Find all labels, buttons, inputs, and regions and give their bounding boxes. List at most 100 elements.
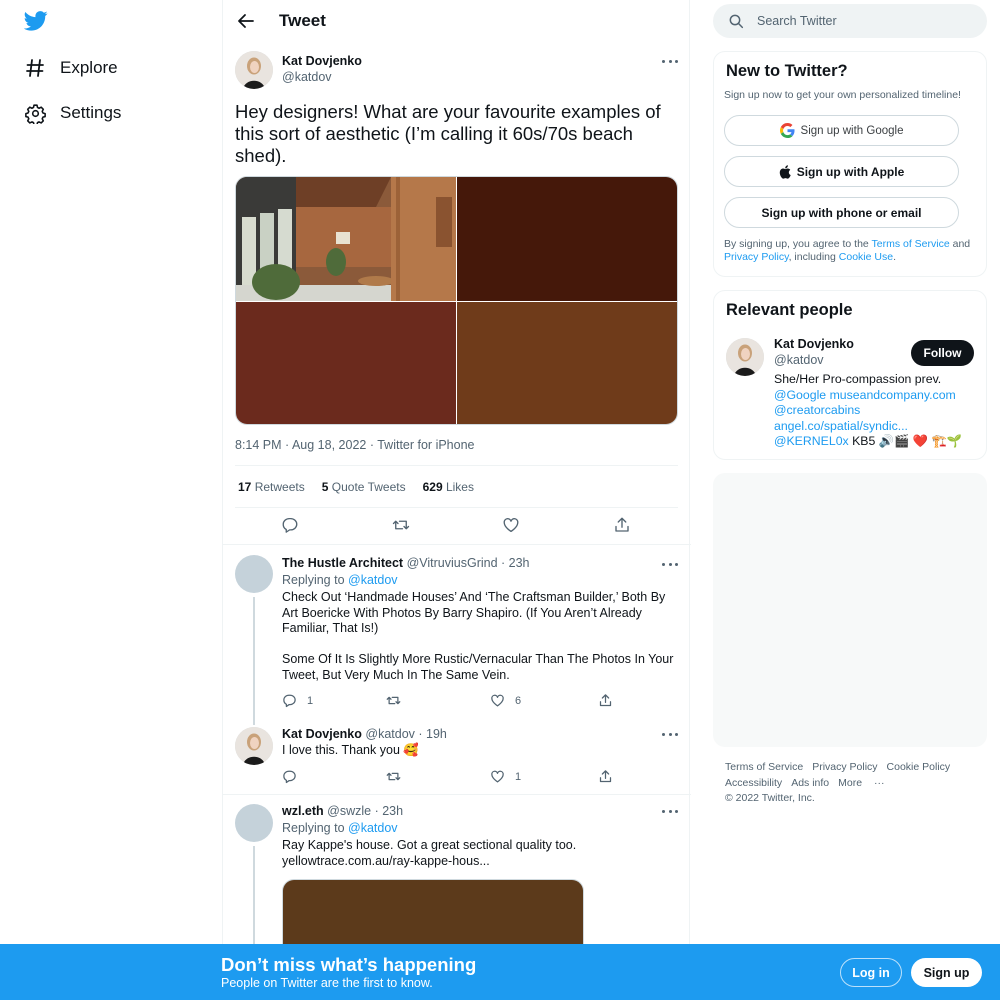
nav-item-settings[interactable]: Settings — [24, 98, 121, 128]
signup-button[interactable]: Sign up — [911, 958, 982, 987]
more-options-icon[interactable] — [662, 808, 678, 814]
reply-icon — [283, 770, 296, 784]
reply-count: 1 — [307, 694, 314, 707]
author-name[interactable]: Kat Dovjenko — [282, 54, 362, 68]
bio-mention[interactable]: @Google — [774, 388, 826, 402]
sign-up-phone-email-button[interactable]: Sign up with phone or email — [724, 197, 959, 228]
bio-link[interactable]: angel.co/spatial/syndic... — [774, 419, 908, 433]
new-to-twitter-card: New to Twitter? Sign up now to get your … — [713, 51, 987, 277]
media-photo-3[interactable] — [236, 302, 456, 424]
page-title: Tweet — [279, 11, 326, 30]
retweets-stat[interactable]: 17 Retweets — [238, 480, 305, 494]
fine-text-4: . — [893, 251, 896, 263]
like-button[interactable]: 6 — [490, 693, 521, 708]
retweet-button[interactable] — [386, 693, 411, 708]
retweet-icon — [386, 772, 401, 781]
reply-text: Ray Kappe's house. Got a great sectional… — [282, 838, 577, 852]
footer-cookie-link[interactable]: Cookie Policy — [887, 761, 951, 773]
media-photo-2[interactable] — [457, 177, 677, 301]
reply-meta[interactable]: @VitruviusGrind · 23h — [407, 556, 530, 570]
like-heart-icon — [491, 770, 504, 783]
reply-tweet[interactable]: wzl.eth @swzle · 23h Replying to @katdov… — [223, 795, 691, 959]
reply-icon[interactable] — [281, 516, 301, 536]
avatar[interactable] — [235, 51, 273, 89]
reply-tweet[interactable]: Kat Dovjenko @katdov · 19h I love this. … — [223, 718, 691, 794]
twitter-bird-icon[interactable] — [23, 10, 48, 32]
share-icon[interactable] — [613, 516, 633, 536]
card-title: New to Twitter? — [726, 62, 848, 80]
bio-mention[interactable]: @creatorcabins — [774, 403, 860, 417]
footer-accessibility-link[interactable]: Accessibility — [725, 777, 782, 789]
search-input[interactable]: Search Twitter — [713, 4, 987, 38]
left-nav: Explore Settings — [0, 0, 222, 1000]
avatar[interactable] — [726, 338, 764, 376]
replying-prefix: Replying to — [282, 821, 345, 835]
main-column: Tweet Kat Dovjenko @katdov Hey designers… — [222, 0, 691, 1000]
footer-ads-link[interactable]: Ads info — [791, 777, 829, 789]
likes-label: Likes — [445, 479, 474, 494]
reply-author-name[interactable]: Kat Dovjenko — [282, 727, 362, 741]
avatar[interactable] — [235, 727, 273, 765]
more-options-icon[interactable] — [662, 561, 678, 567]
quote-tweets-stat[interactable]: 5 Quote Tweets — [322, 480, 406, 494]
reply-meta[interactable]: @katdov · 19h — [365, 727, 446, 741]
nav-item-explore[interactable]: Explore — [24, 53, 118, 83]
sign-up-google-button[interactable]: Sign up with Google — [724, 115, 959, 146]
more-options-icon[interactable] — [662, 58, 678, 64]
like-button[interactable]: 1 — [490, 769, 521, 784]
reply-icon — [283, 694, 296, 708]
search-placeholder: Search Twitter — [757, 14, 837, 28]
bio-mention[interactable]: @KERNEL0x — [774, 434, 849, 448]
privacy-link[interactable]: Privacy Policy — [724, 251, 789, 263]
avatar[interactable] — [235, 804, 273, 842]
person-handle[interactable]: @katdov — [774, 353, 824, 367]
media-photo-interior[interactable] — [236, 177, 456, 301]
like-heart-icon[interactable] — [502, 516, 522, 536]
replying-to-handle[interactable]: @katdov — [348, 573, 398, 587]
author-handle[interactable]: @katdov — [282, 70, 332, 84]
person-name[interactable]: Kat Dovjenko — [774, 337, 854, 351]
thread-line — [253, 846, 255, 946]
tweet-stats: 17 Retweets 5 Quote Tweets 629 Likes — [235, 465, 678, 508]
bio-link[interactable]: museandcompany.com — [830, 388, 956, 402]
share-button[interactable] — [598, 769, 623, 784]
reply-button[interactable] — [282, 769, 307, 784]
reply-text: I love this. Thank you 🥰 — [282, 743, 419, 757]
sign-up-apple-button[interactable]: Sign up with Apple — [724, 156, 959, 187]
retweet-icon[interactable] — [391, 516, 411, 536]
retweets-count: 17 — [238, 479, 252, 494]
back-arrow-icon[interactable] — [235, 10, 257, 32]
reply-meta[interactable]: @swzle · 23h — [327, 804, 403, 818]
terms-link[interactable]: Terms of Service — [872, 238, 950, 250]
person-bio: She/Her Pro-compassion prev. @Google mus… — [774, 372, 979, 450]
nav-label-explore: Explore — [60, 58, 118, 77]
footer-terms-link[interactable]: Terms of Service — [725, 761, 803, 773]
follow-button[interactable]: Follow — [911, 340, 974, 366]
cookie-link[interactable]: Cookie Use — [839, 251, 893, 263]
reply-button[interactable]: 1 — [282, 693, 313, 708]
reply-author-name[interactable]: The Hustle Architect — [282, 556, 403, 570]
share-button[interactable] — [598, 693, 623, 708]
footer-more-label: More — [838, 776, 863, 789]
replying-to-handle[interactable]: @katdov — [348, 821, 398, 835]
reply-link[interactable]: yellowtrace.com.au/ray-kappe-hous... — [282, 854, 677, 870]
tweet-timestamp[interactable]: 8:14 PM · Aug 18, 2022 · Twitter for iPh… — [235, 438, 475, 452]
likes-stat[interactable]: 629 Likes — [423, 480, 474, 494]
phone-email-label: Sign up with phone or email — [761, 205, 922, 220]
like-heart-icon — [491, 694, 504, 707]
replying-to: Replying to @katdov — [282, 821, 398, 835]
card-title: Relevant people — [726, 301, 853, 319]
avatar[interactable] — [235, 555, 273, 593]
fine-text-1: By signing up, you agree to the — [724, 238, 872, 250]
more-options-icon[interactable] — [662, 731, 678, 737]
login-button[interactable]: Log in — [840, 958, 902, 987]
retweet-button[interactable] — [386, 769, 411, 784]
footer-privacy-link[interactable]: Privacy Policy — [812, 761, 877, 773]
footer-more-link[interactable]: More ··· — [838, 777, 893, 789]
reply-author-name[interactable]: wzl.eth — [282, 804, 324, 818]
banner-subtitle: People on Twitter are the first to know. — [221, 976, 433, 990]
reply-header: Kat Dovjenko @katdov · 19h — [282, 727, 447, 741]
like-count: 1 — [515, 770, 522, 783]
media-photo-4[interactable] — [457, 302, 677, 424]
tweet-header: Tweet — [223, 0, 689, 42]
